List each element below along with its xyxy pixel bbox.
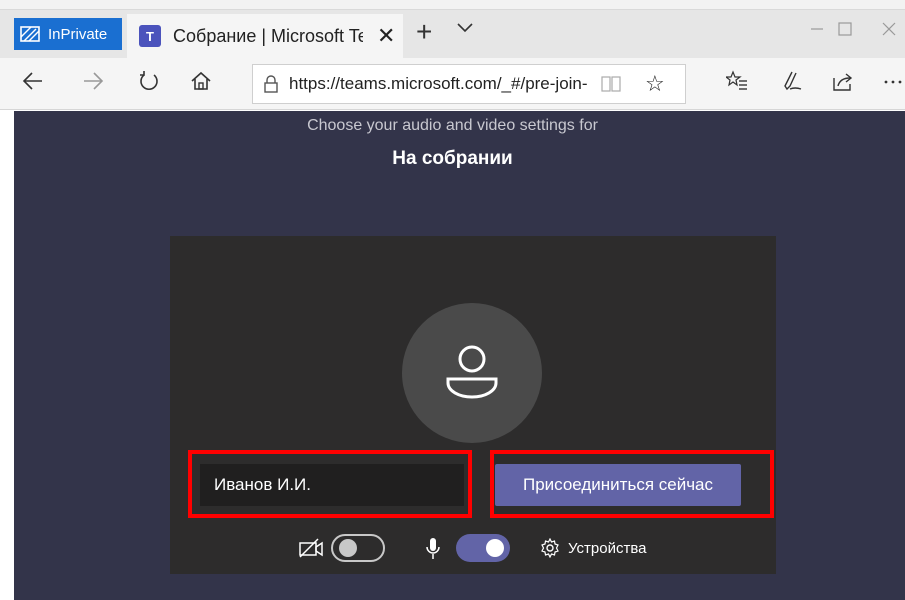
refresh-icon[interactable] [138, 70, 160, 92]
chevron-down-icon[interactable] [456, 22, 474, 34]
reading-view-icon[interactable] [601, 75, 621, 93]
microphone-toggle[interactable] [456, 534, 510, 562]
highlight-box-name [188, 450, 472, 518]
window-close-icon[interactable] [882, 22, 896, 36]
minimize-icon[interactable] [810, 22, 824, 36]
pen-icon[interactable] [780, 70, 802, 92]
camera-toggle[interactable] [331, 534, 385, 562]
new-tab-button[interactable]: + [416, 16, 432, 48]
avatar [402, 303, 542, 443]
lock-icon[interactable] [253, 74, 289, 94]
address-bar[interactable]: https://teams.microsoft.com/_#/pre-join-… [252, 64, 686, 104]
tab-title: Собрание | Microsoft Teams [173, 25, 363, 46]
inprivate-icon [20, 26, 40, 42]
page-left-edge [0, 111, 14, 600]
page-subtitle: Choose your audio and video settings for [307, 117, 598, 134]
home-icon[interactable] [190, 70, 212, 92]
browser-nav-bar: https://teams.microsoft.com/_#/pre-join-… [0, 58, 905, 110]
browser-tab-bar: InPrivate T Собрание | Microsoft Teams ✕… [0, 0, 905, 58]
meeting-title: На собрании [392, 148, 513, 169]
share-icon[interactable] [832, 70, 854, 92]
devices-button[interactable]: Устройства [540, 538, 646, 558]
person-icon [446, 345, 498, 399]
teams-icon: T [139, 25, 161, 47]
microphone-icon [426, 538, 440, 559]
inprivate-badge[interactable]: InPrivate [14, 18, 122, 50]
camera-toggle-knob [339, 539, 357, 557]
back-icon[interactable] [22, 70, 44, 92]
url-text[interactable]: https://teams.microsoft.com/_#/pre-join-… [289, 74, 587, 94]
highlight-box-join [490, 450, 774, 518]
tab-teams-meeting[interactable]: T Собрание | Microsoft Teams ✕ [127, 14, 403, 58]
close-icon[interactable]: ✕ [377, 23, 395, 49]
forward-icon[interactable] [82, 70, 104, 92]
favorite-star-icon[interactable]: ☆ [645, 71, 665, 97]
gear-icon [541, 538, 559, 558]
more-icon[interactable] [882, 70, 904, 92]
microphone-toggle-knob [486, 539, 504, 557]
favorites-list-icon[interactable] [726, 70, 748, 92]
devices-label: Устройства [568, 539, 647, 557]
background-strip [0, 0, 905, 10]
maximize-icon[interactable] [838, 22, 852, 36]
inprivate-label: InPrivate [48, 25, 108, 43]
camera-off-icon [299, 538, 323, 558]
